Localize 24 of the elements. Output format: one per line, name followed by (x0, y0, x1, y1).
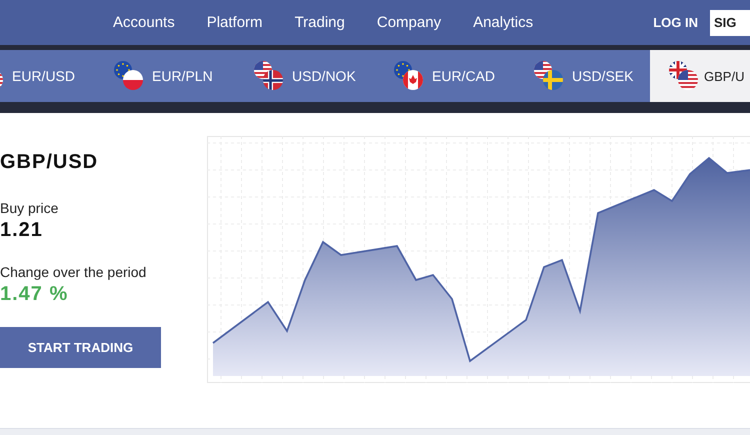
pair-title: GBP/USD (0, 151, 100, 174)
buy-price-label: Buy price (0, 200, 60, 216)
flags-icon (533, 60, 565, 92)
nav-link[interactable]: Company (376, 14, 442, 31)
nav-link[interactable]: Platform (206, 14, 263, 31)
currency-pair-tab[interactable]: EUR/USD (0, 50, 90, 102)
currency-pair-tab[interactable]: EUR/PLN (90, 50, 230, 102)
flags-icon (668, 60, 700, 92)
currency-pair-tab[interactable]: EUR/CAD (370, 50, 510, 102)
flags-icon (113, 60, 145, 92)
nav-link[interactable]: Accounts (113, 14, 175, 31)
buy-price-value: 1.21 (0, 219, 44, 242)
change-label: Change over the period (0, 264, 148, 280)
login-link[interactable]: LOG IN (653, 15, 698, 30)
flags-icon (393, 60, 425, 92)
currency-pair-tab[interactable]: USD/SEK (510, 50, 650, 102)
change-value: 1.47 % (0, 283, 70, 306)
signup-button[interactable]: SIG (710, 10, 750, 36)
currency-pair-tab[interactable]: GBP/U (650, 50, 750, 102)
flags-icon (253, 60, 285, 92)
nav-link[interactable]: Trading (294, 14, 345, 31)
currency-pair-tab[interactable]: USD/NOK (230, 50, 370, 102)
start-trading-button[interactable]: START TRADING (0, 327, 161, 368)
nav-link[interactable]: Analytics (473, 14, 534, 31)
